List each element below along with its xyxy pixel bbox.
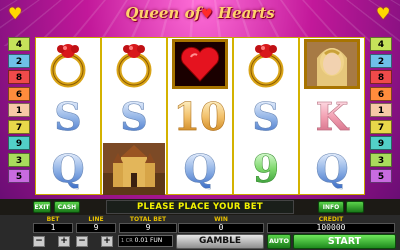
payline-tag: 8 (370, 70, 392, 84)
payline-tag: 7 (370, 119, 392, 134)
payline-indicators-right: 4 2 8 6 1 7 9 3 5 (370, 37, 392, 186)
cash-button[interactable]: CASH (54, 201, 80, 213)
card-symbol-label: 10 (173, 93, 227, 139)
card-symbol-label: 9 (252, 146, 280, 192)
credit-display: CREDIT 100000 (267, 216, 395, 234)
auto-button[interactable]: AUTO (267, 234, 291, 249)
total-bet-display: TOTAL BET 9 (119, 216, 177, 234)
payline-tag: 6 (8, 86, 30, 101)
payline-tag: 2 (370, 53, 392, 68)
line-decrease-button[interactable]: − (76, 236, 88, 247)
payline-tag: 4 (8, 37, 30, 51)
game-logo: Queen of♥ Hearts (125, 4, 275, 22)
queen-portrait-icon (300, 38, 364, 91)
start-button[interactable]: START (293, 234, 396, 249)
payline-tag: 7 (8, 119, 30, 134)
card-symbol-label: S (120, 93, 148, 139)
reel: SQ (36, 38, 102, 194)
payline-tag: 9 (8, 136, 30, 150)
reel: S9 (234, 38, 300, 194)
card-symbol-label: Q (315, 146, 349, 192)
payline-tag: 4 (370, 37, 392, 51)
card-symbol: K (300, 91, 364, 144)
line-display: LINE 9 (76, 216, 116, 234)
payline-tag: 2 (8, 53, 30, 68)
bet-decrease-button[interactable]: − (33, 236, 45, 247)
payline-tag: 5 (8, 169, 30, 183)
reel: S (102, 38, 168, 196)
ring-symbol-icon (36, 38, 100, 91)
card-symbol: S (234, 91, 298, 144)
bet-increase-button[interactable]: + (58, 236, 70, 247)
card-symbol: 9 (234, 143, 298, 196)
payline-tag: 8 (8, 70, 30, 84)
reel: 10 Q (168, 38, 234, 194)
gamble-button[interactable]: GAMBLE (176, 234, 264, 249)
status-message: PLEASE PLACE YOUR BET (106, 200, 294, 214)
heart-symbol-icon (168, 38, 232, 91)
exit-button[interactable]: EXIT (33, 201, 51, 213)
card-symbol-label: Q (51, 146, 85, 192)
win-display: WIN 0 (178, 216, 264, 234)
card-symbol-label: S (54, 93, 82, 139)
payline-indicators-left: 4 2 8 6 1 7 9 3 5 (8, 37, 30, 186)
castle-symbol-icon (102, 143, 166, 196)
payline-tag: 3 (8, 152, 30, 167)
payline-tag: 1 (370, 103, 392, 117)
card-symbol: S (36, 91, 100, 144)
card-symbol-label: K (315, 93, 349, 139)
ring-symbol-icon (102, 38, 166, 91)
bet-display: BET 1 (33, 216, 73, 234)
denomination-selector[interactable]: 1 CR 0.01 FUN (118, 235, 173, 247)
reel: KQ (300, 38, 364, 194)
payline-tag: 1 (8, 103, 30, 117)
card-symbol-label: Q (183, 146, 217, 192)
payline-tag: 5 (370, 169, 392, 183)
ring-symbol-icon (234, 38, 298, 91)
line-increase-button[interactable]: + (101, 236, 113, 247)
card-symbol: S (102, 91, 166, 144)
info-button[interactable]: INFO (318, 201, 344, 213)
card-symbol: Q (300, 143, 364, 196)
card-symbol: 10 (168, 91, 232, 144)
card-symbol-label: S (252, 93, 280, 139)
payline-tag: 6 (370, 86, 392, 101)
payline-tag: 9 (370, 136, 392, 150)
card-symbol: Q (36, 143, 100, 196)
payline-tag: 3 (370, 152, 392, 167)
info-extra-button[interactable] (346, 201, 364, 213)
reel-area: S Q S 10 Q S 9 K Q (35, 37, 365, 196)
card-symbol: Q (168, 143, 232, 196)
